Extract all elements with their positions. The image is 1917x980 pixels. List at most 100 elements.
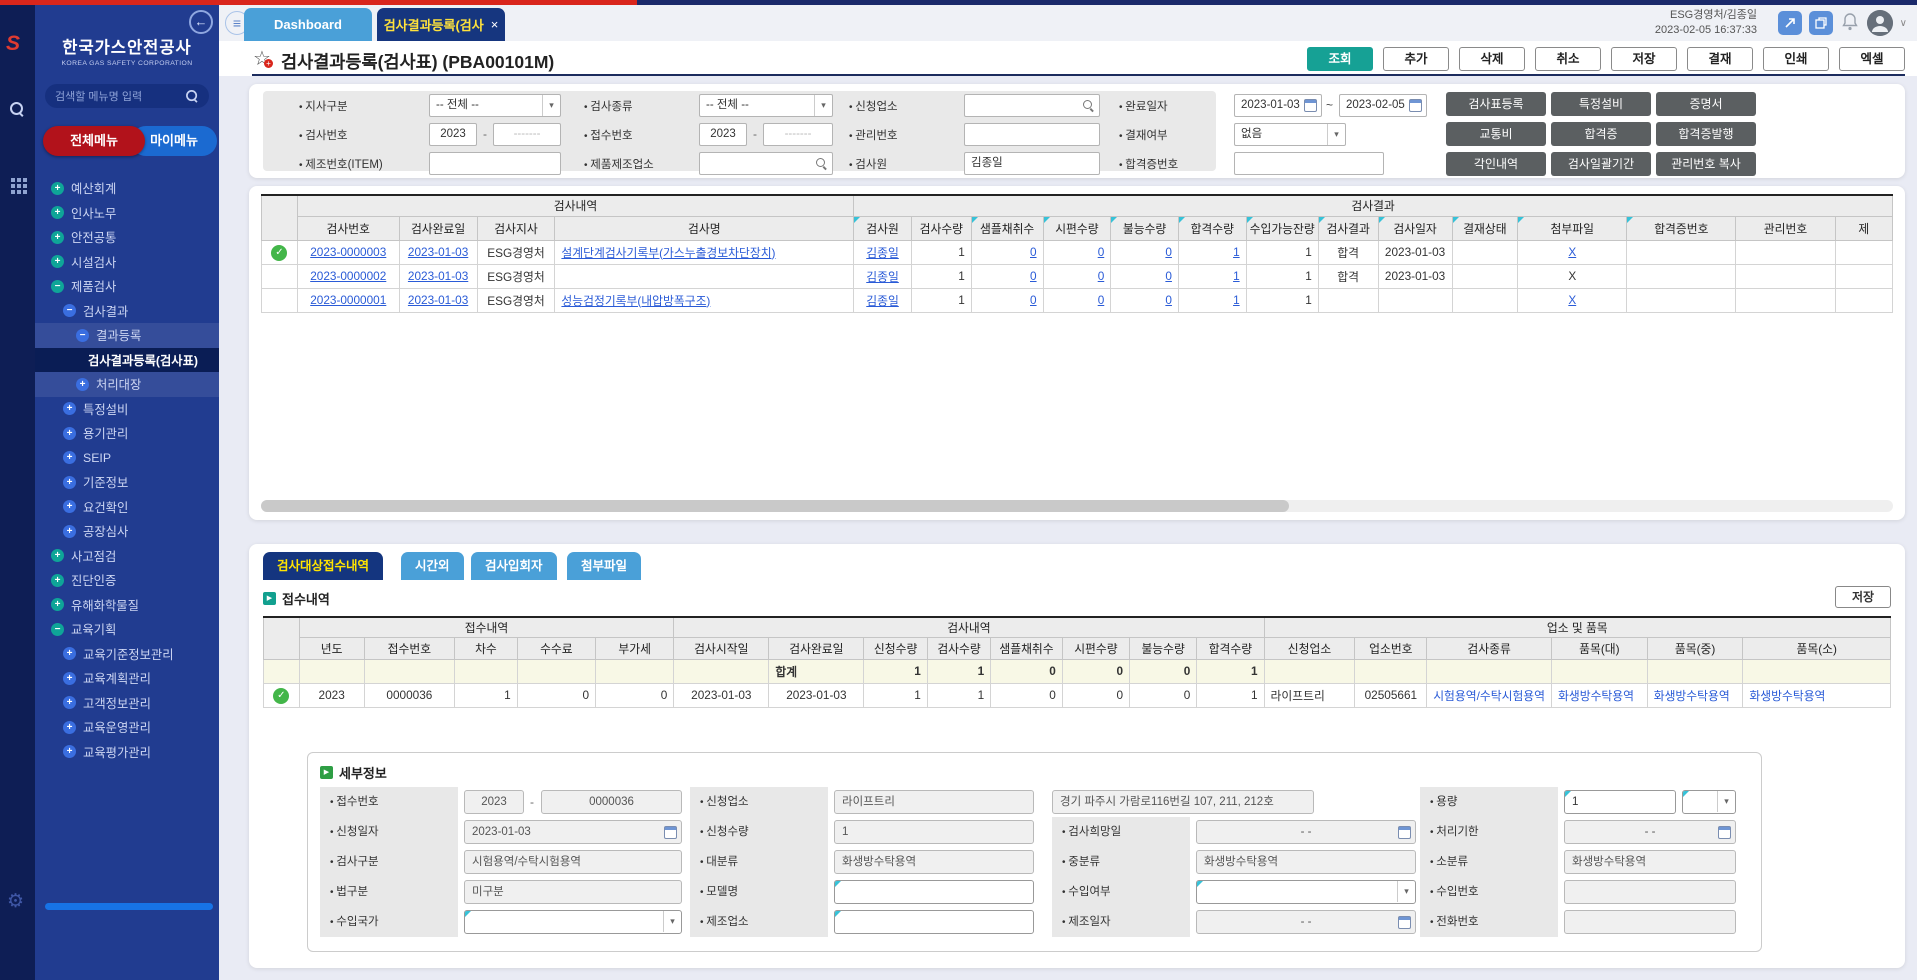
grid-cell-link[interactable]: 0 [1098, 293, 1105, 307]
sidebar-item-11[interactable]: +SEIP [35, 446, 219, 471]
manage-no-copy-button[interactable]: 관리번호 복사 [1656, 152, 1756, 176]
sidebar-item-12[interactable]: +기준정보 [35, 470, 219, 495]
grid-menu-icon[interactable] [11, 178, 15, 182]
external-link-icon[interactable] [1778, 11, 1802, 35]
grid-cell-link[interactable]: 1 [1233, 245, 1240, 259]
engrave-history-button[interactable]: 각인내역 [1446, 152, 1546, 176]
column-header[interactable]: 품목(소) [1743, 637, 1891, 659]
column-header[interactable]: 합격수량 [1178, 216, 1246, 240]
grid-cell-link[interactable]: 성능검정기록부(내압방폭구조) [561, 294, 710, 308]
grid-cell-link[interactable]: 2023-0000003 [310, 245, 386, 259]
close-icon[interactable]: × [491, 17, 499, 32]
column-header[interactable]: 년도 [299, 637, 364, 659]
grid-cell-link[interactable]: 0 [1165, 245, 1172, 259]
manage-no-input[interactable] [964, 123, 1100, 146]
grid-cell-link[interactable]: 0 [1030, 293, 1037, 307]
grid-cell-link[interactable]: 2023-01-03 [408, 245, 468, 259]
detail-model-input[interactable] [834, 880, 1034, 904]
column-header[interactable]: 샘플채취수 [991, 637, 1063, 659]
search-button[interactable]: 조회 [1307, 47, 1373, 71]
approval-select[interactable]: 없음▾ [1234, 123, 1346, 146]
search-icon[interactable] [1083, 100, 1094, 111]
complete-date-to[interactable]: 2023-02-05 [1339, 94, 1427, 117]
column-header[interactable]: 수수료 [517, 637, 595, 659]
detail-import-country-select[interactable]: ▾ [464, 910, 682, 934]
column-header[interactable]: 불능수량 [1111, 216, 1179, 240]
pass-cert-issue-button[interactable]: 합격증발행 [1656, 122, 1756, 146]
gear-icon[interactable]: ⚙ [7, 890, 24, 913]
sidebar-item-17[interactable]: +유해화학물질 [35, 593, 219, 618]
product-maker-input[interactable] [699, 152, 833, 175]
sidebar-item-3[interactable]: +시설검사 [35, 250, 219, 275]
print-button[interactable]: 인쇄 [1763, 47, 1829, 71]
sidebar-item-10[interactable]: +용기관리 [35, 421, 219, 446]
tab-dashboard[interactable]: Dashboard [244, 8, 372, 41]
receipt-no-year-input[interactable]: 2023 [699, 123, 747, 146]
column-header[interactable]: 검사수량 [927, 637, 990, 659]
detail-maker-input[interactable] [834, 910, 1034, 934]
complete-date-from[interactable]: 2023-01-03 [1234, 94, 1322, 117]
sidebar-item-16[interactable]: +진단인증 [35, 568, 219, 593]
item-no-input[interactable] [429, 152, 561, 175]
sidebar-item-2[interactable]: +안전공통 [35, 225, 219, 250]
sidebar-item-6[interactable]: −결과등록 [35, 323, 219, 348]
column-header[interactable]: 검사시작일 [674, 637, 769, 659]
grid-cell-link[interactable]: X [1568, 245, 1576, 259]
open-window-icon[interactable] [1809, 11, 1833, 35]
grid-cell-link[interactable]: 2023-01-03 [408, 293, 468, 307]
sidebar-scrollbar[interactable] [45, 903, 213, 910]
grid-cell-link[interactable]: 2023-0000001 [310, 293, 386, 307]
column-header[interactable]: 결재상태 [1452, 216, 1518, 240]
chevron-down-icon[interactable]: ∨ [1900, 18, 1907, 29]
excel-button[interactable]: 엑셀 [1839, 47, 1905, 71]
tab-attachments[interactable]: 첨부파일 [567, 552, 641, 580]
grid-cell-link[interactable]: 김종일 [866, 270, 899, 284]
grid-cell-link[interactable]: 0 [1098, 245, 1105, 259]
tab-inspection-receipt[interactable]: 검사대상접수내역 [263, 552, 383, 580]
column-header[interactable]: 수입가능잔량 [1246, 216, 1318, 240]
add-button[interactable]: 추가 [1383, 47, 1449, 71]
row-selector[interactable]: ✓ [264, 683, 300, 707]
grid-cell-link[interactable]: 2023-01-03 [408, 269, 468, 283]
grid-cell-link[interactable]: 0 [1030, 269, 1037, 283]
row-selector[interactable] [262, 264, 298, 288]
sidebar-item-1[interactable]: +인사노무 [35, 201, 219, 226]
specific-equipment-button[interactable]: 특정설비 [1551, 92, 1651, 116]
grid-cell-link[interactable]: 설계단계검사기록부(가스누출경보차단장치) [561, 246, 775, 260]
calendar-icon[interactable] [1409, 99, 1422, 112]
column-header[interactable]: 합격수량 [1197, 637, 1264, 659]
cancel-button[interactable]: 취소 [1535, 47, 1601, 71]
column-header[interactable]: 업소번호 [1355, 637, 1427, 659]
apply-company-input[interactable] [964, 94, 1100, 117]
column-header[interactable]: 검사지사 [477, 216, 555, 240]
column-header[interactable]: 시편수량 [1043, 216, 1111, 240]
sidebar-item-13[interactable]: +요건확인 [35, 495, 219, 520]
column-header[interactable]: 샘플채취수 [971, 216, 1043, 240]
search-icon[interactable] [186, 90, 198, 102]
inspect-no-year-input[interactable]: 2023 [429, 123, 477, 146]
table-row[interactable]: 2023-00000012023-01-03ESG경영처성능검정기록부(내압방폭… [262, 288, 1893, 312]
sidebar-item-19[interactable]: +교육기준정보관리 [35, 642, 219, 667]
search-icon[interactable] [816, 158, 827, 169]
favorite-star-icon[interactable]: ☆+ [253, 46, 271, 71]
receipt-save-button[interactable]: 저장 [1835, 586, 1891, 608]
table-row[interactable]: ✓202300000361002023-01-032023-01-0311000… [264, 683, 1891, 707]
grid-cell-link[interactable]: 0 [1098, 269, 1105, 283]
sidebar-item-21[interactable]: +고객정보관리 [35, 691, 219, 716]
inspect-type-select[interactable]: -- 전체 --▾ [699, 94, 833, 117]
grid-cell-link[interactable]: X [1568, 293, 1576, 307]
inspection-batch-period-button[interactable]: 검사일괄기간 [1551, 152, 1651, 176]
grid-cell-link[interactable]: 김종일 [866, 294, 899, 308]
sidebar-item-18[interactable]: −교육기획 [35, 617, 219, 642]
sidebar-item-23[interactable]: +교육평가관리 [35, 740, 219, 765]
cert-no-input[interactable] [1234, 152, 1384, 175]
tab-all-menu[interactable]: 전체메뉴 [43, 126, 145, 156]
avatar[interactable] [1867, 10, 1893, 36]
column-header[interactable]: 접수번호 [364, 637, 455, 659]
grid-cell-link[interactable]: 0 [1165, 269, 1172, 283]
column-header[interactable]: 품목(중) [1647, 637, 1743, 659]
rail-search-icon[interactable] [10, 102, 24, 119]
column-header[interactable]: 합격증번호 [1627, 216, 1736, 240]
table-row[interactable]: ✓2023-00000032023-01-03ESG경영처설계단계검사기록부(가… [262, 240, 1893, 264]
inspection-sheet-register-button[interactable]: 검사표등록 [1446, 92, 1546, 116]
